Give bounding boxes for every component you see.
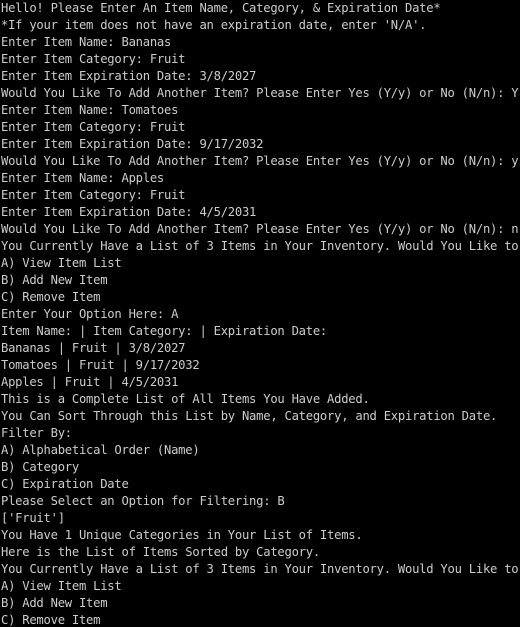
terminal-line: You Can Sort Through this List by Name, … <box>1 409 498 423</box>
terminal-line: Would You Like To Add Another Item? Plea… <box>1 86 519 100</box>
terminal-line: Enter Your Option Here: A <box>1 307 179 321</box>
terminal-line: You Have 1 Unique Categories in Your Lis… <box>1 528 363 542</box>
terminal-line: Enter Item Name: Bananas <box>1 35 172 49</box>
terminal-line: B) Category <box>1 460 79 474</box>
terminal-output[interactable]: Hello! Please Enter An Item Name, Catego… <box>0 0 520 627</box>
terminal-line: A) View Item List <box>1 579 122 593</box>
terminal-line: Enter Item Name: Apples <box>1 171 165 185</box>
terminal-line: Apples | Fruit | 4/5/2031 <box>1 375 179 389</box>
terminal-line: You Currently Have a List of 3 Items in … <box>1 239 520 253</box>
terminal-line: Item Name: | Item Category: | Expiration… <box>1 324 328 338</box>
terminal-line: C) Expiration Date <box>1 477 129 491</box>
terminal-line: Enter Item Category: Fruit <box>1 188 186 202</box>
terminal-line: B) Add New Item <box>1 596 108 610</box>
terminal-line: Would You Like To Add Another Item? Plea… <box>1 222 519 236</box>
terminal-line: Bananas | Fruit | 3/8/2027 <box>1 341 186 355</box>
terminal-line: Here is the List of Items Sorted by Cate… <box>1 545 320 559</box>
terminal-line: A) View Item List <box>1 256 122 270</box>
terminal-line: Enter Item Category: Fruit <box>1 52 186 66</box>
terminal-line: C) Remove Item <box>1 613 101 627</box>
terminal-line: Enter Item Expiration Date: 9/17/2032 <box>1 137 264 151</box>
terminal-line: Please Select an Option for Filtering: B <box>1 494 285 508</box>
terminal-line: B) Add New Item <box>1 273 108 287</box>
terminal-line: Enter Item Expiration Date: 3/8/2027 <box>1 69 257 83</box>
terminal-line: C) Remove Item <box>1 290 101 304</box>
terminal-line: A) Alphabetical Order (Name) <box>1 443 200 457</box>
terminal-line: Enter Item Category: Fruit <box>1 120 186 134</box>
terminal-line: Enter Item Name: Tomatoes <box>1 103 179 117</box>
terminal-line: *If your item does not have an expiratio… <box>1 18 427 32</box>
terminal-line: Enter Item Expiration Date: 4/5/2031 <box>1 205 257 219</box>
terminal-line: Tomatoes | Fruit | 9/17/2032 <box>1 358 200 372</box>
terminal-line: You Currently Have a List of 3 Items in … <box>1 562 520 576</box>
terminal-line: Filter By: <box>1 426 72 440</box>
terminal-line: ['Fruit'] <box>1 511 65 525</box>
terminal-line: Hello! Please Enter An Item Name, Catego… <box>1 1 441 15</box>
terminal-line: This is a Complete List of All Items You… <box>1 392 370 406</box>
terminal-line: Would You Like To Add Another Item? Plea… <box>1 154 519 168</box>
